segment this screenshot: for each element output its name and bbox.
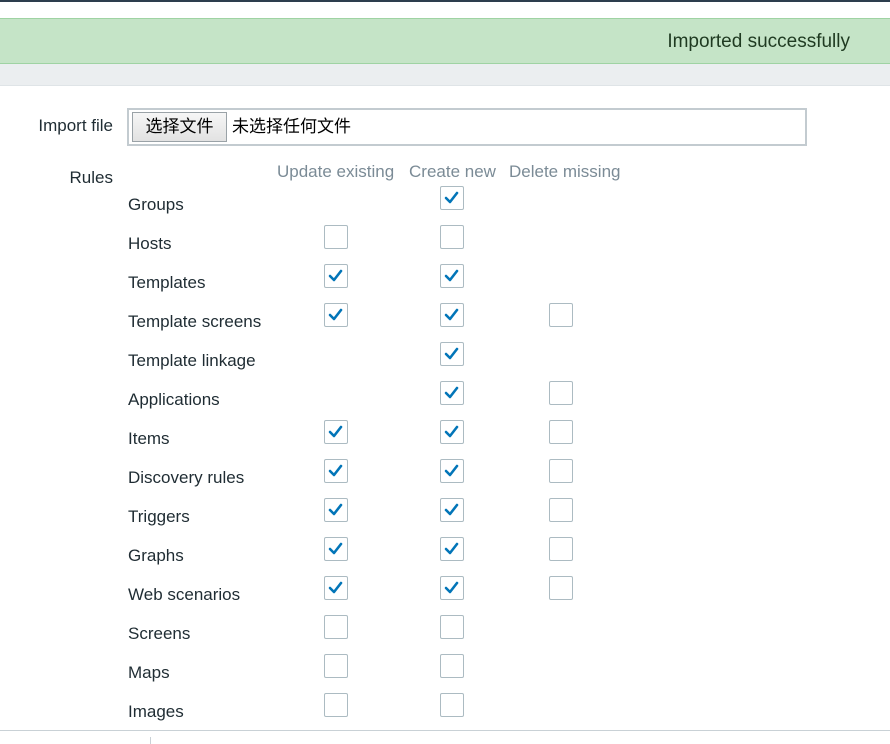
rule-label-template-screens: Template screens [128, 312, 262, 331]
bottom-tick-mark [150, 737, 151, 744]
file-input[interactable]: 选择文件 未选择任何文件 [127, 108, 807, 146]
column-header-delete-missing: Delete missing [509, 162, 621, 181]
checkmark-icon [328, 425, 343, 438]
checkmark-icon [444, 308, 459, 321]
web-scenarios-delete-missing-checkbox[interactable] [549, 576, 573, 600]
maps-update-existing-checkbox[interactable] [324, 654, 348, 678]
items-delete-missing-checkbox[interactable] [549, 420, 573, 444]
web-scenarios-update-existing-checkbox[interactable] [324, 576, 348, 600]
checkmark-icon [328, 308, 343, 321]
discovery-rules-create-new-checkbox[interactable] [440, 459, 464, 483]
web-scenarios-create-new-checkbox[interactable] [440, 576, 464, 600]
checkmark-icon [328, 542, 343, 555]
rule-label-discovery-rules: Discovery rules [128, 468, 245, 487]
rule-label-groups: Groups [128, 195, 184, 214]
rule-label-template-linkage: Template linkage [128, 351, 256, 370]
template-linkage-create-new-checkbox[interactable] [440, 342, 464, 366]
rule-label-applications: Applications [128, 390, 220, 409]
screens-create-new-checkbox[interactable] [440, 615, 464, 639]
checkmark-icon [444, 347, 459, 360]
rule-label-web-scenarios: Web scenarios [128, 585, 241, 604]
rule-label-screens: Screens [128, 624, 191, 643]
checkmark-icon [444, 464, 459, 477]
column-header-update-existing: Update existing [277, 162, 395, 181]
checkmark-icon [328, 503, 343, 516]
checkmark-icon [444, 269, 459, 282]
column-header-create-new: Create new [409, 162, 496, 181]
hosts-update-existing-checkbox[interactable] [324, 225, 348, 249]
rule-label-graphs: Graphs [128, 546, 184, 565]
checkmark-icon [444, 191, 459, 204]
maps-create-new-checkbox[interactable] [440, 654, 464, 678]
groups-create-new-checkbox[interactable] [440, 186, 464, 210]
checkmark-icon [328, 269, 343, 282]
checkmark-icon [444, 581, 459, 594]
import-file-label: Import file [38, 116, 113, 135]
applications-delete-missing-checkbox[interactable] [549, 381, 573, 405]
rule-row-images: Images [0, 693, 890, 741]
rule-label-hosts: Hosts [128, 234, 172, 253]
checkmark-icon [444, 425, 459, 438]
triggers-delete-missing-checkbox[interactable] [549, 498, 573, 522]
applications-create-new-checkbox[interactable] [440, 381, 464, 405]
triggers-update-existing-checkbox[interactable] [324, 498, 348, 522]
template-screens-create-new-checkbox[interactable] [440, 303, 464, 327]
rule-label-maps: Maps [128, 663, 170, 682]
rule-label-triggers: Triggers [128, 507, 190, 526]
images-update-existing-checkbox[interactable] [324, 693, 348, 717]
hosts-create-new-checkbox[interactable] [440, 225, 464, 249]
rule-label-images: Images [128, 702, 184, 721]
graphs-delete-missing-checkbox[interactable] [549, 537, 573, 561]
choose-file-button[interactable]: 选择文件 [132, 112, 227, 142]
section-divider-band [0, 64, 890, 86]
triggers-create-new-checkbox[interactable] [440, 498, 464, 522]
rules-label: Rules [69, 168, 113, 187]
checkmark-icon [444, 386, 459, 399]
checkmark-icon [444, 503, 459, 516]
templates-create-new-checkbox[interactable] [440, 264, 464, 288]
discovery-rules-delete-missing-checkbox[interactable] [549, 459, 573, 483]
checkmark-icon [444, 542, 459, 555]
templates-update-existing-checkbox[interactable] [324, 264, 348, 288]
template-screens-delete-missing-checkbox[interactable] [549, 303, 573, 327]
screens-update-existing-checkbox[interactable] [324, 615, 348, 639]
graphs-create-new-checkbox[interactable] [440, 537, 464, 561]
checkmark-icon [328, 581, 343, 594]
rule-label-templates: Templates [128, 273, 206, 292]
file-status-text: 未选择任何文件 [232, 117, 351, 137]
graphs-update-existing-checkbox[interactable] [324, 537, 348, 561]
checkmark-icon [328, 464, 343, 477]
top-spacer [0, 2, 890, 18]
images-create-new-checkbox[interactable] [440, 693, 464, 717]
rule-label-items: Items [128, 429, 170, 448]
template-screens-update-existing-checkbox[interactable] [324, 303, 348, 327]
items-create-new-checkbox[interactable] [440, 420, 464, 444]
bottom-divider [0, 730, 890, 731]
discovery-rules-update-existing-checkbox[interactable] [324, 459, 348, 483]
items-update-existing-checkbox[interactable] [324, 420, 348, 444]
success-message: Imported successfully [0, 18, 890, 64]
